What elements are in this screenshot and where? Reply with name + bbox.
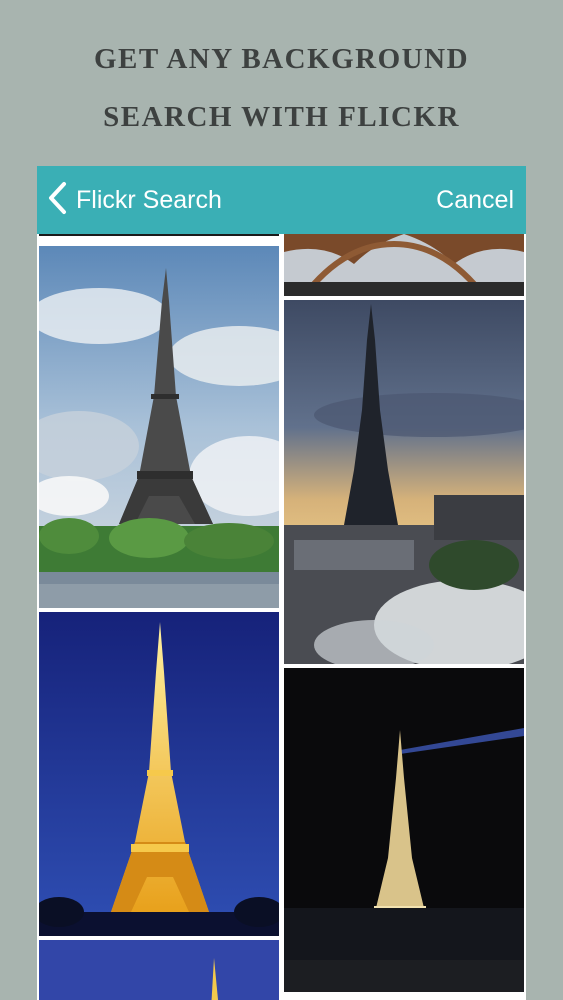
chevron-left-icon (47, 181, 67, 220)
photo-tile[interactable] (39, 234, 279, 236)
navigation-bar: Flickr Search Cancel (37, 166, 526, 234)
photo-tile[interactable] (284, 668, 524, 992)
photo-tile[interactable] (284, 234, 524, 296)
photo-tile[interactable] (39, 246, 279, 608)
photo-results-grid[interactable] (37, 234, 526, 1000)
promo-line-2: SEARCH WITH FLICKR (103, 101, 460, 133)
photo-tile[interactable] (284, 300, 524, 664)
back-button[interactable]: Flickr Search (47, 180, 222, 220)
photo-tile[interactable] (39, 612, 279, 936)
phone-screen: Flickr Search Cancel (37, 166, 526, 1000)
cancel-button[interactable]: Cancel (436, 180, 514, 220)
promo-header: GET ANY BACKGROUND SEARCH WITH FLICKR (0, 30, 563, 146)
promo-line-1: GET ANY BACKGROUND (93, 43, 470, 75)
photo-tile[interactable] (39, 940, 279, 1000)
nav-title: Flickr Search (76, 185, 222, 214)
